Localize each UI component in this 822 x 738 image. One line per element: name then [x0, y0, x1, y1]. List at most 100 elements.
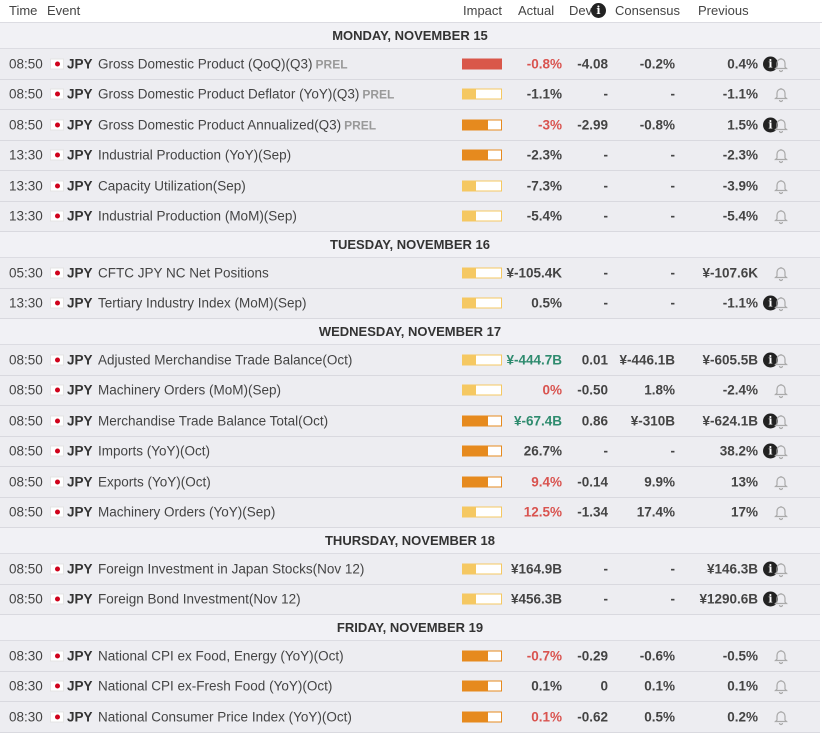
- col-event[interactable]: Event: [47, 3, 80, 18]
- event-name[interactable]: Machinery Orders (MoM)(Sep): [98, 383, 281, 398]
- event-row[interactable]: 08:30 JPY National CPI ex-Fresh Food (Yo…: [0, 671, 820, 702]
- event-row[interactable]: 08:30 JPY National Consumer Price Index …: [0, 702, 820, 733]
- event-name[interactable]: National CPI ex Food, Energy (YoY)(Oct): [98, 648, 344, 663]
- event-title: Foreign Investment in Japan Stocks(Nov 1…: [98, 561, 365, 577]
- event-name[interactable]: Gross Domestic Product (QoQ)(Q3) PREL: [98, 56, 348, 71]
- event-currency: JPY: [67, 474, 93, 490]
- event-row[interactable]: 13:30 JPY Capacity Utilization(Sep) -7.3…: [0, 171, 820, 202]
- deviation-value: -: [603, 295, 609, 311]
- event-name[interactable]: Foreign Investment in Japan Stocks(Nov 1…: [98, 561, 364, 576]
- event-name[interactable]: Gross Domestic Product Deflator (YoY)(Q3…: [98, 87, 394, 102]
- deviation-value: -: [603, 147, 609, 163]
- day-header: MONDAY, NOVEMBER 15: [0, 23, 820, 49]
- bell-alert-icon[interactable]: [772, 351, 790, 369]
- bell-alert-icon[interactable]: [772, 590, 790, 608]
- event-name[interactable]: Gross Domestic Product Annualized(Q3) PRE…: [98, 117, 376, 132]
- event-name[interactable]: Imports (YoY)(Oct): [98, 444, 210, 459]
- event-name[interactable]: Industrial Production (YoY)(Sep): [98, 148, 291, 163]
- bell-alert-icon[interactable]: [772, 207, 790, 225]
- impact-bar-medium: [462, 445, 502, 457]
- bell-alert-icon[interactable]: [772, 473, 790, 491]
- event-name[interactable]: Tertiary Industry Index (MoM)(Sep): [98, 296, 307, 311]
- col-time[interactable]: Time: [9, 3, 37, 18]
- previous-value: -0.5%: [722, 648, 758, 664]
- previous-value: 13%: [730, 474, 758, 490]
- event-row[interactable]: 13:30 JPY Tertiary Industry Index (MoM)(…: [0, 288, 820, 319]
- event-time: 08:30: [9, 648, 43, 664]
- event-name[interactable]: Capacity Utilization(Sep): [98, 178, 246, 193]
- event-time: 08:50: [9, 504, 43, 520]
- bell-alert-icon[interactable]: [772, 294, 790, 312]
- dev-info-icon[interactable]: i: [591, 3, 606, 18]
- impact-bar-low: [462, 267, 502, 279]
- bell-alert-icon[interactable]: [772, 146, 790, 164]
- japan-flag-icon: [50, 149, 64, 161]
- event-row[interactable]: 08:30 JPY National CPI ex Food, Energy (…: [0, 641, 820, 672]
- event-name[interactable]: Foreign Bond Investment(Nov 12): [98, 592, 301, 607]
- bell-alert-icon[interactable]: [772, 708, 790, 726]
- consensus-value: 1.8%: [644, 382, 675, 398]
- bell-alert-icon[interactable]: [772, 116, 790, 134]
- deviation-value: -0.50: [577, 382, 608, 398]
- event-row[interactable]: 08:50 JPY Foreign Bond Investment(Nov 12…: [0, 584, 820, 615]
- event-row[interactable]: 08:50 JPY Merchandise Trade Balance Tota…: [0, 406, 820, 437]
- actual-value: 0.1%: [531, 678, 562, 694]
- deviation-value: -: [603, 265, 609, 281]
- bell-alert-icon[interactable]: [772, 560, 790, 578]
- event-name[interactable]: Machinery Orders (YoY)(Sep): [98, 505, 275, 520]
- event-row[interactable]: 05:30 JPY CFTC JPY NC Net Positions ¥-10…: [0, 258, 820, 289]
- previous-value: 38.2%: [719, 443, 758, 459]
- col-actual[interactable]: Actual: [518, 3, 554, 18]
- event-row[interactable]: 08:50 JPY Machinery Orders (MoM)(Sep) 0%…: [0, 375, 820, 406]
- event-title: Gross Domestic Product Deflator (YoY)(Q3…: [98, 86, 360, 102]
- event-name[interactable]: National Consumer Price Index (YoY)(Oct): [98, 709, 352, 724]
- impact-bar-medium: [462, 711, 502, 723]
- consensus-value: -: [670, 147, 676, 163]
- japan-flag-icon: [50, 88, 64, 100]
- col-dev[interactable]: Dev: [569, 3, 592, 18]
- actual-value: 0%: [542, 382, 562, 398]
- deviation-value: -2.99: [577, 117, 608, 133]
- bell-alert-icon[interactable]: [772, 264, 790, 282]
- deviation-value: -0.29: [577, 648, 608, 664]
- previous-cell: 38.2% i: [719, 443, 778, 459]
- japan-flag-icon: [50, 58, 64, 70]
- col-consensus[interactable]: Consensus: [615, 3, 680, 18]
- consensus-value: -: [670, 561, 676, 577]
- event-time: 08:50: [9, 117, 43, 133]
- col-impact[interactable]: Impact: [463, 3, 502, 18]
- event-row[interactable]: 08:50 JPY Gross Domestic Product Annuali…: [0, 110, 820, 141]
- event-name[interactable]: Industrial Production (MoM)(Sep): [98, 209, 297, 224]
- event-name[interactable]: CFTC JPY NC Net Positions: [98, 265, 269, 280]
- bell-alert-icon[interactable]: [772, 442, 790, 460]
- event-title: Merchandise Trade Balance Total(Oct): [98, 413, 329, 429]
- event-row[interactable]: 08:50 JPY Adjusted Merchandise Trade Bal…: [0, 345, 820, 376]
- event-name[interactable]: Merchandise Trade Balance Total(Oct): [98, 413, 328, 428]
- event-row[interactable]: 08:50 JPY Machinery Orders (YoY)(Sep) 12…: [0, 497, 820, 528]
- event-title: Machinery Orders (YoY)(Sep): [98, 504, 276, 520]
- bell-alert-icon[interactable]: [772, 412, 790, 430]
- japan-flag-icon: [50, 506, 64, 518]
- bell-alert-icon[interactable]: [772, 647, 790, 665]
- deviation-value: 0.01: [581, 352, 608, 368]
- bell-alert-icon[interactable]: [772, 381, 790, 399]
- bell-alert-icon[interactable]: [772, 177, 790, 195]
- event-row[interactable]: 08:50 JPY Gross Domestic Product Deflato…: [0, 79, 820, 110]
- previous-cell: -3.9%: [723, 178, 758, 193]
- bell-alert-icon[interactable]: [772, 677, 790, 695]
- event-row[interactable]: 08:50 JPY Gross Domestic Product (QoQ)(Q…: [0, 49, 820, 80]
- event-row[interactable]: 08:50 JPY Imports (YoY)(Oct) 26.7% - - 3…: [0, 436, 820, 467]
- event-currency: JPY: [67, 86, 93, 102]
- event-row[interactable]: 13:30 JPY Industrial Production (MoM)(Se…: [0, 201, 820, 232]
- previous-value: ¥1290.6B: [699, 591, 758, 607]
- col-previous[interactable]: Previous: [698, 3, 749, 18]
- bell-alert-icon[interactable]: [772, 85, 790, 103]
- event-row[interactable]: 08:50 JPY Exports (YoY)(Oct) 9.4% -0.14 …: [0, 467, 820, 498]
- event-row[interactable]: 08:50 JPY Foreign Investment in Japan St…: [0, 554, 820, 585]
- event-name[interactable]: National CPI ex-Fresh Food (YoY)(Oct): [98, 679, 332, 694]
- event-row[interactable]: 13:30 JPY Industrial Production (YoY)(Se…: [0, 140, 820, 171]
- event-name[interactable]: Adjusted Merchandise Trade Balance(Oct): [98, 352, 352, 367]
- bell-alert-icon[interactable]: [772, 503, 790, 521]
- event-name[interactable]: Exports (YoY)(Oct): [98, 474, 211, 489]
- bell-alert-icon[interactable]: [772, 55, 790, 73]
